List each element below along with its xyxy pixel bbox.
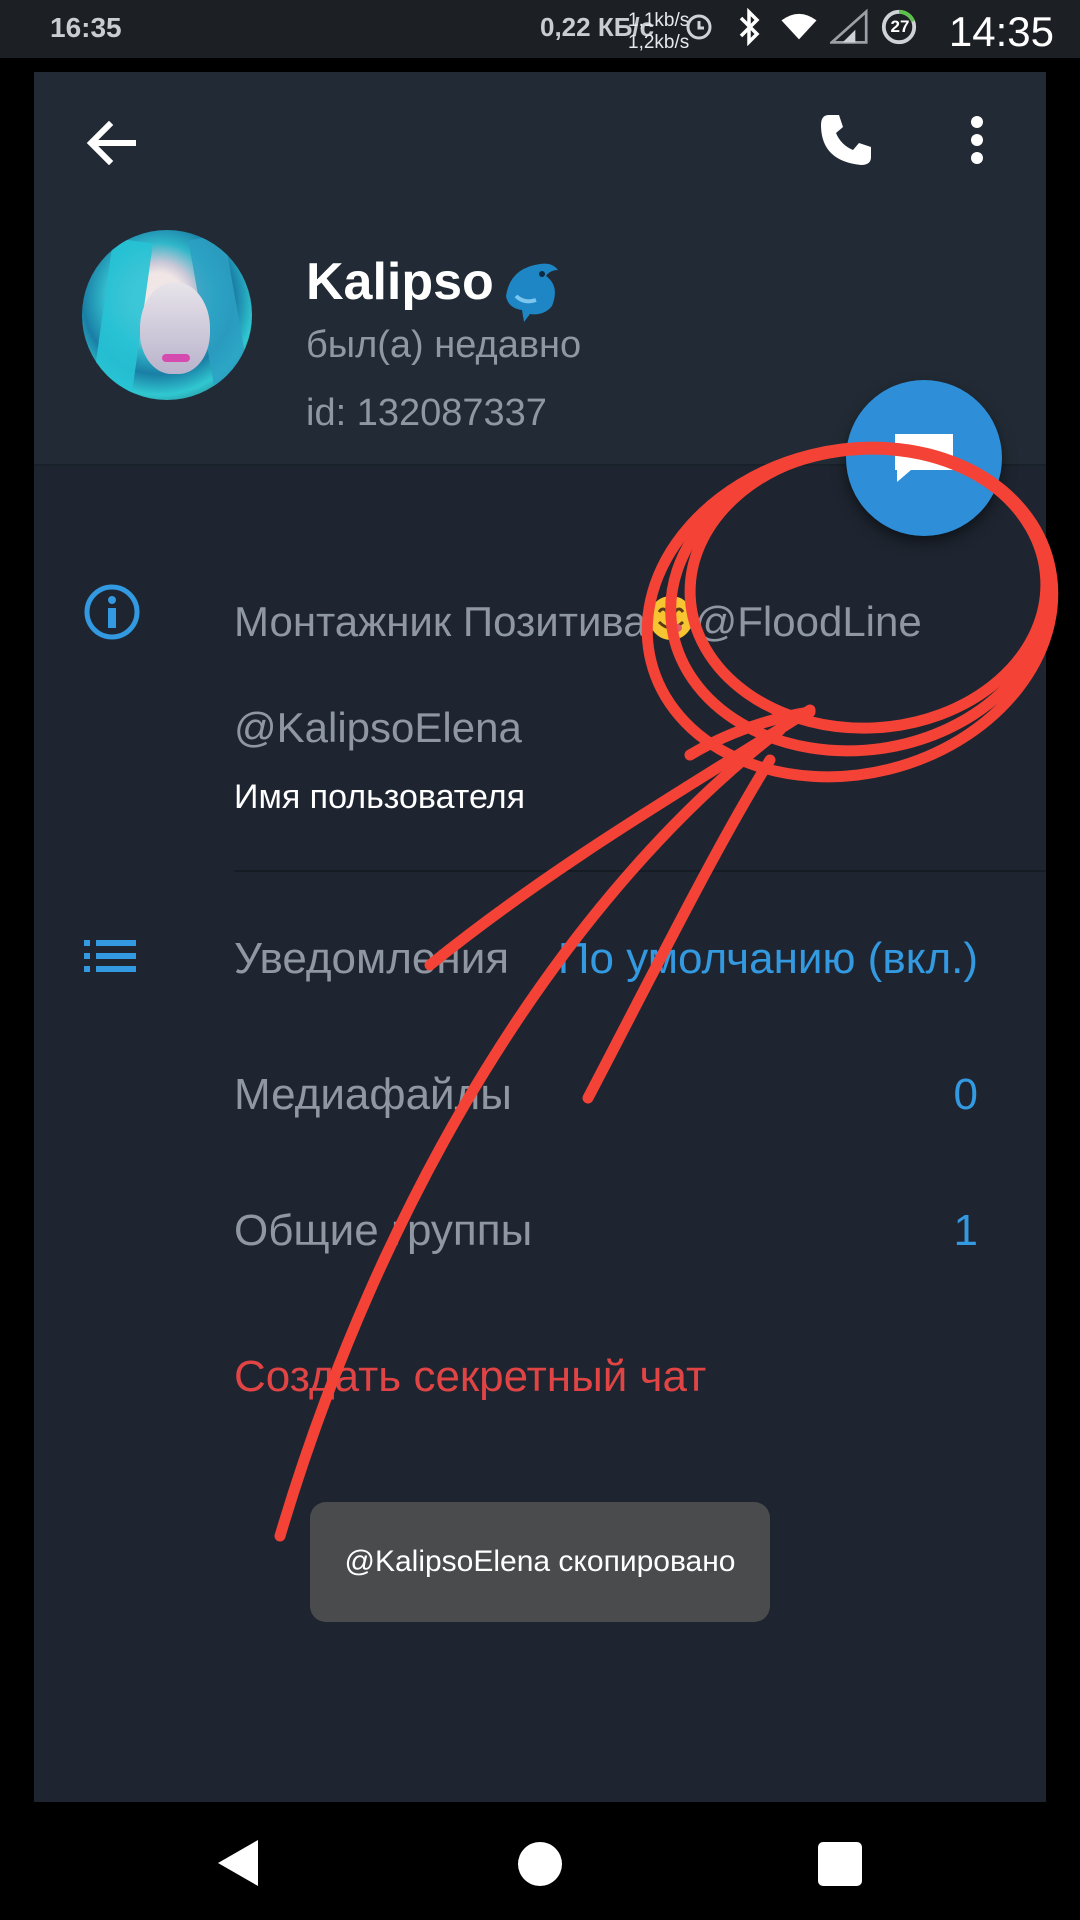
copied-toast: @KalipsoElena скопировано <box>310 1502 770 1622</box>
status-time-right: 14:35 <box>948 8 1054 55</box>
screen: 16:35 0,22 КБ/с 1,1kb/s 1,2kb/s 27 14:35… <box>0 0 1080 1920</box>
info-icon <box>82 582 142 647</box>
status-time-left: 16:35 <box>50 12 122 43</box>
status-bar: 16:35 0,22 КБ/с 1,1kb/s 1,2kb/s 27 14:35 <box>0 0 1080 58</box>
bluetooth-icon <box>730 8 768 46</box>
groups-label: Общие группы <box>234 1206 533 1255</box>
bio-text[interactable]: Монтажник Позитива @FloodLine <box>234 594 922 652</box>
signal-icon <box>830 8 868 46</box>
media-count: 0 <box>953 1070 978 1119</box>
last-seen-status: был(а) недавно <box>306 324 582 366</box>
username-label: Имя пользователя <box>234 778 525 816</box>
more-button[interactable] <box>952 104 1002 176</box>
nav-back-icon[interactable] <box>214 1838 260 1893</box>
battery-level: 27 <box>890 17 910 36</box>
user-id: id: 132087337 <box>306 392 547 434</box>
arrow-left-icon <box>86 121 136 165</box>
message-icon <box>895 434 953 482</box>
smile-icon <box>647 594 695 652</box>
media-label: Медиафайлы <box>234 1070 512 1119</box>
more-vertical-icon <box>971 116 983 164</box>
status-icons: 27 <box>680 8 918 46</box>
profile-name: Kalipso <box>306 253 494 311</box>
toast-text: @KalipsoElena скопировано <box>344 1545 736 1578</box>
notifications-label: Уведомления <box>234 934 510 983</box>
nav-home-icon[interactable] <box>518 1842 562 1886</box>
groups-count: 1 <box>953 1206 978 1255</box>
alarm-icon <box>680 8 718 46</box>
nav-recents-icon[interactable] <box>818 1842 862 1886</box>
back-button[interactable] <box>78 110 144 176</box>
navigation-bar <box>0 1802 1080 1920</box>
phone-icon <box>821 115 871 165</box>
bio-prefix: Монтажник Позитива <box>234 598 647 645</box>
send-message-button[interactable] <box>846 380 1002 536</box>
list-icon <box>82 934 138 983</box>
avatar[interactable] <box>82 230 252 400</box>
secret-chat-button[interactable]: Создать секретный чат <box>234 1352 706 1402</box>
call-button[interactable] <box>810 104 882 176</box>
notifications-value: По умолчанию (вкл.) <box>557 934 978 983</box>
username-value[interactable]: @KalipsoElena <box>234 704 522 752</box>
avatar-lips <box>162 354 190 362</box>
battery-icon: 27 <box>880 8 918 46</box>
profile-screen: Kalipso был(а) недавно id: 132087337 Мон… <box>34 72 1046 1802</box>
divider <box>234 870 1046 872</box>
dolphin-icon <box>500 256 564 329</box>
bio-suffix: @FloodLine <box>694 598 922 645</box>
wifi-icon <box>780 8 818 46</box>
